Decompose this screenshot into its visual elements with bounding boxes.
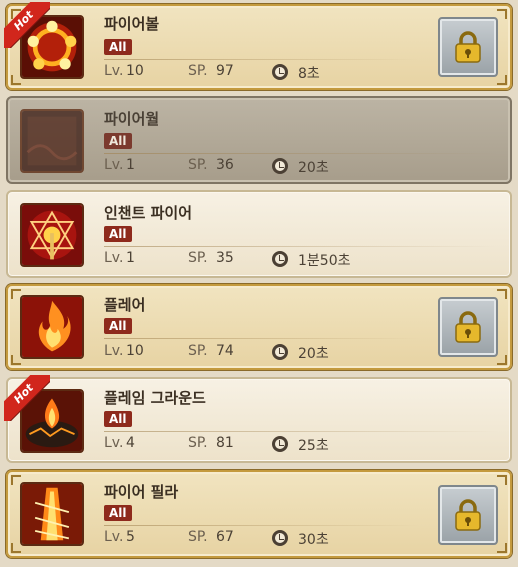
level-value: 10 — [126, 343, 144, 359]
clock-icon — [272, 64, 288, 80]
frame-corner — [11, 543, 21, 553]
class-tag: All — [104, 39, 132, 55]
skill-card-flare[interactable]: 플레어 All Lv. 10 SP. 74 20초 — [6, 284, 512, 370]
skill-stats: Lv. 1 SP. 35 1분50초 — [104, 250, 404, 270]
skill-card-fireball[interactable]: Hot 파이어볼 All Lv. 10 SP. 97 8초 — [4, 2, 512, 90]
clock-icon — [272, 251, 288, 267]
skill-stats: Lv. 1 SP. 36 20초 — [104, 157, 364, 177]
clock-icon — [272, 436, 288, 452]
level-value: 4 — [126, 435, 135, 451]
skill-name: 파이어월 — [104, 110, 160, 128]
fire-pillar-icon[interactable] — [20, 482, 84, 546]
skill-stats: Lv. 5 SP. 67 30초 — [104, 529, 364, 549]
class-tag: All — [104, 133, 132, 149]
cooldown-value: 25초 — [298, 438, 329, 454]
divider — [104, 59, 420, 60]
skill-card-firewall[interactable]: 파이어월 All Lv. 1 SP. 36 20초 — [6, 96, 512, 184]
class-tag: All — [104, 411, 132, 427]
lock-button[interactable] — [438, 297, 498, 357]
level-label: Lv. — [104, 529, 124, 545]
skill-name: 파이어볼 — [104, 15, 160, 33]
sp-label: SP. — [188, 63, 208, 79]
sp-value: 35 — [216, 250, 234, 266]
padlock-icon — [455, 31, 481, 63]
level-value: 5 — [126, 529, 135, 545]
lock-button[interactable] — [438, 17, 498, 77]
sp-label: SP. — [188, 435, 208, 451]
cooldown-value: 20초 — [298, 160, 329, 176]
divider — [104, 525, 420, 526]
skill-card-enchant-fire[interactable]: 인챈트 파이어 All Lv. 1 SP. 35 1분50초 — [6, 190, 512, 278]
sp-value: 67 — [216, 529, 234, 545]
level-label: Lv. — [104, 435, 124, 451]
clock-icon — [272, 344, 288, 360]
class-tag: All — [104, 505, 132, 521]
frame-corner — [497, 355, 507, 365]
padlock-icon — [455, 499, 481, 531]
sp-value: 36 — [216, 157, 234, 173]
divider — [104, 338, 420, 339]
frame-corner — [497, 9, 507, 19]
skill-name: 플레어 — [104, 296, 146, 314]
hot-badge: Hot — [4, 375, 50, 421]
clock-icon — [272, 158, 288, 174]
firewall-icon[interactable] — [20, 109, 84, 173]
skill-name: 인챈트 파이어 — [104, 204, 193, 222]
level-label: Lv. — [104, 250, 124, 266]
cooldown-value: 30초 — [298, 532, 329, 548]
divider — [104, 246, 498, 247]
enchant-fire-icon[interactable] — [20, 203, 84, 267]
level-label: Lv. — [104, 343, 124, 359]
skill-name: 파이어 필라 — [104, 483, 179, 501]
frame-corner — [497, 543, 507, 553]
divider — [104, 431, 498, 432]
skill-stats: Lv. 10 SP. 74 20초 — [104, 343, 364, 363]
hot-badge-label: Hot — [4, 2, 50, 48]
level-value: 1 — [126, 250, 135, 266]
hot-badge-label: Hot — [4, 375, 50, 421]
hot-badge: Hot — [4, 2, 50, 48]
frame-corner — [497, 75, 507, 85]
cooldown-value: 20초 — [298, 346, 329, 362]
lock-button[interactable] — [438, 485, 498, 545]
cooldown-value: 8초 — [298, 66, 320, 82]
skill-name: 플레임 그라운드 — [104, 389, 206, 407]
sp-label: SP. — [188, 250, 208, 266]
divider — [104, 153, 498, 154]
padlock-icon — [455, 311, 481, 343]
flare-icon[interactable] — [20, 295, 84, 359]
level-label: Lv. — [104, 157, 124, 173]
level-value: 1 — [126, 157, 135, 173]
clock-icon — [272, 530, 288, 546]
sp-label: SP. — [188, 343, 208, 359]
frame-corner — [497, 475, 507, 485]
level-value: 10 — [126, 63, 144, 79]
skill-stats: Lv. 4 SP. 81 25초 — [104, 435, 364, 455]
level-label: Lv. — [104, 63, 124, 79]
sp-value: 74 — [216, 343, 234, 359]
frame-corner — [497, 289, 507, 299]
sp-label: SP. — [188, 157, 208, 173]
class-tag: All — [104, 226, 132, 242]
sp-label: SP. — [188, 529, 208, 545]
skill-stats: Lv. 10 SP. 97 8초 — [104, 63, 364, 83]
class-tag: All — [104, 318, 132, 334]
skill-card-fire-pillar[interactable]: 파이어 필라 All Lv. 5 SP. 67 30초 — [6, 470, 512, 558]
sp-value: 97 — [216, 63, 234, 79]
skill-card-flame-ground[interactable]: Hot 플레임 그라운드 All Lv. 4 SP. 81 25초 — [4, 375, 512, 463]
cooldown-value: 1분50초 — [298, 253, 351, 269]
sp-value: 81 — [216, 435, 234, 451]
